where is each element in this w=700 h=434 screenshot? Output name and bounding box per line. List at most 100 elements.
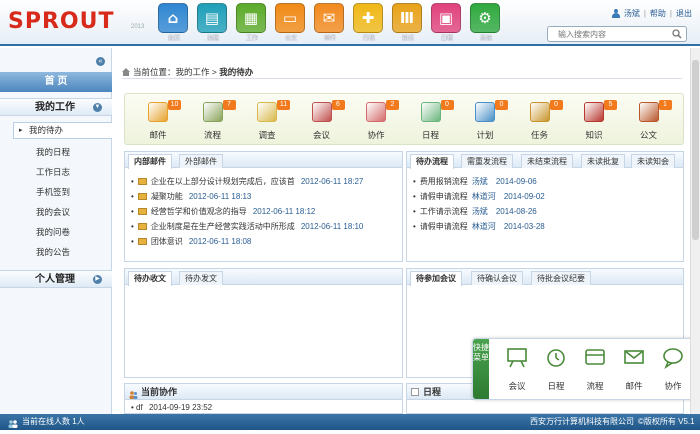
tab-outgoing-doc[interactable]: 待办发文	[179, 271, 223, 285]
tile-10[interactable]: 1 公文	[622, 96, 676, 144]
envelope-icon	[137, 193, 147, 200]
mail-row[interactable]: • 团体意识 2012-06-11 18:08	[131, 234, 398, 249]
nav-item-mail[interactable]: ✉ 邮件	[314, 3, 346, 43]
quick-menu-item[interactable]: 流程	[577, 343, 613, 397]
mail-row[interactable]: • 企业在以上部分设计规划完成后，应该首 2012-06-11 18:27	[131, 174, 398, 189]
sidebar-item-notices[interactable]: 我的公告	[36, 246, 70, 258]
logo[interactable]: SPROUT	[8, 9, 114, 34]
quick-menu-item[interactable]: 邮件	[616, 343, 652, 397]
nav-item-briefcase[interactable]: ▭ 公文	[275, 3, 307, 43]
nav-item-puzzle[interactable]: ✚ 行政	[353, 3, 385, 43]
chevron-right-icon[interactable]: ▶	[93, 275, 102, 284]
flow-sender: 林道河	[471, 192, 496, 201]
sidebar-section-label: 我的工作	[35, 102, 75, 113]
tab-unread-notice[interactable]: 未读知会	[631, 154, 675, 168]
quick-menu-label: 邮件	[625, 381, 643, 391]
scrollbar-thumb[interactable]	[692, 60, 699, 240]
flow-row[interactable]: • 工作请示流程 汤斌 2014-08-26	[413, 204, 679, 219]
bullet: •	[413, 192, 416, 201]
quick-menu-toggle[interactable]: 快捷菜单	[473, 339, 489, 399]
nav-item-home[interactable]: ⌂ 首页	[158, 3, 190, 43]
tile-2[interactable]: 7 流程	[186, 96, 240, 144]
tile-1[interactable]: 10 邮件	[131, 96, 185, 144]
nav-item-grid[interactable]: ▦ 工作	[236, 3, 268, 43]
sidebar-item-surveys[interactable]: 我的问卷	[36, 226, 70, 238]
mail-row[interactable]: • 凝聚功能 2012-06-11 18:13	[131, 189, 398, 204]
quick-menu-label: 流程	[586, 381, 604, 391]
nav-label: 知识	[401, 36, 414, 42]
search-box	[547, 26, 687, 42]
quick-menu-item[interactable]: 会议	[499, 343, 535, 397]
calendar-icon	[411, 388, 419, 396]
mail-icon	[622, 345, 646, 369]
username-link[interactable]: 汤斌	[624, 8, 640, 19]
tile-5[interactable]: 2 协作	[349, 96, 403, 144]
breadcrumb-sep: >	[209, 67, 220, 77]
tile-badge: 6	[331, 100, 345, 110]
tile-4[interactable]: 6 会议	[295, 96, 349, 144]
nav-item-calendar[interactable]: ▣ 日程	[431, 3, 463, 43]
flow-title: 请假申请流程	[419, 192, 468, 201]
tab-unfinished-flow[interactable]: 未结束流程	[521, 154, 573, 168]
sidebar-section-my-work[interactable]: 我的工作 ▼	[0, 98, 112, 116]
tile-8[interactable]: 0 任务	[513, 96, 567, 144]
bullet: •	[131, 237, 134, 246]
double-chevron-left-icon[interactable]: «	[96, 57, 105, 66]
sidebar-item-work-log[interactable]: 工作日志	[36, 166, 70, 178]
collab-row-time: 2014-09-19 23:52	[148, 403, 213, 412]
help-link[interactable]: 帮助	[650, 8, 666, 19]
sidebar-home[interactable]: 首 页	[0, 72, 112, 92]
calendar-icon: ▣	[431, 3, 461, 33]
board-icon	[505, 345, 529, 369]
mail-row[interactable]: • 经营哲学和价值观念的指导 2012-06-11 18:12	[131, 204, 398, 219]
tab-meetings-to-attend[interactable]: 待参加会议	[410, 271, 462, 286]
chevron-down-icon[interactable]: ▼	[93, 103, 102, 112]
tab-meetings-to-confirm[interactable]: 待确认会议	[471, 271, 523, 285]
bullet: •	[413, 207, 416, 216]
tile-badge: 7	[222, 100, 236, 110]
people-icon	[129, 388, 138, 399]
quick-menu-item[interactable]: 日程	[538, 343, 574, 397]
task-icon	[529, 102, 550, 122]
mail-row[interactable]: • 企业制度是在生产经营实践活动中所形成 2012-06-11 18:10	[131, 219, 398, 234]
flow-row[interactable]: • 请假申请流程 林道河 2014-09-02	[413, 189, 679, 204]
tab-unread-reply[interactable]: 未读批复	[581, 154, 625, 168]
clock-icon	[544, 345, 568, 369]
grid-icon: ▦	[236, 3, 266, 33]
tab-resend-flow[interactable]: 需重发流程	[461, 154, 513, 168]
bullet: •	[131, 222, 134, 231]
collab-row[interactable]: • df 2014-09-19 23:52	[131, 403, 212, 412]
tab-external-mail[interactable]: 外部邮件	[179, 154, 223, 168]
cards-icon	[583, 345, 607, 369]
tab-minutes-to-approve[interactable]: 待批会议纪要	[531, 271, 591, 285]
flow-sender: 汤斌	[471, 177, 488, 186]
search-input[interactable]	[548, 27, 666, 41]
flow-row[interactable]: • 费用报销流程 汤斌 2014-09-06	[413, 174, 679, 189]
breadcrumb-parent[interactable]: 我的工作	[176, 67, 210, 77]
tile-7[interactable]: 0 计划	[458, 96, 512, 144]
flow-row[interactable]: • 请假申请流程 林道河 2014-03-28	[413, 219, 679, 234]
tab-internal-mail[interactable]: 内部邮件	[128, 154, 172, 169]
search-icon[interactable]	[668, 27, 686, 41]
tab-pending-flow[interactable]: 待办流程	[410, 154, 454, 169]
tile-6[interactable]: 0 日程	[404, 96, 458, 144]
sidebar-item-schedule[interactable]: 我的日程	[36, 146, 70, 158]
tab-incoming-doc[interactable]: 待办收文	[128, 271, 172, 286]
scrollbar[interactable]	[690, 48, 700, 414]
breadcrumb-prefix: 当前位置：	[133, 67, 176, 77]
tile-9[interactable]: 5 知识	[567, 96, 621, 144]
sidebar-item-mobile-checkin[interactable]: 手机签到	[36, 186, 70, 198]
nav-item-book[interactable]: ▤ 流程	[197, 3, 229, 43]
envelope-icon	[137, 208, 147, 215]
tile-3[interactable]: 11 调查	[240, 96, 294, 144]
mail-icon: ✉	[314, 3, 344, 33]
sidebar-item-todo[interactable]: 我的待办	[13, 122, 112, 139]
sidebar-section-personal[interactable]: 个人管理 ▶	[0, 270, 112, 288]
quick-menu-item[interactable]: 协作	[655, 343, 691, 397]
nav-item-books[interactable]: Ⅲ 知识	[392, 3, 424, 43]
nav-item-gear[interactable]: ⚙ 系统	[470, 3, 502, 43]
envelope-icon	[137, 223, 147, 230]
mail-time: 2012-06-11 18:13	[188, 192, 252, 201]
sidebar-item-meetings[interactable]: 我的会议	[36, 206, 70, 218]
logout-link[interactable]: 退出	[676, 8, 692, 19]
